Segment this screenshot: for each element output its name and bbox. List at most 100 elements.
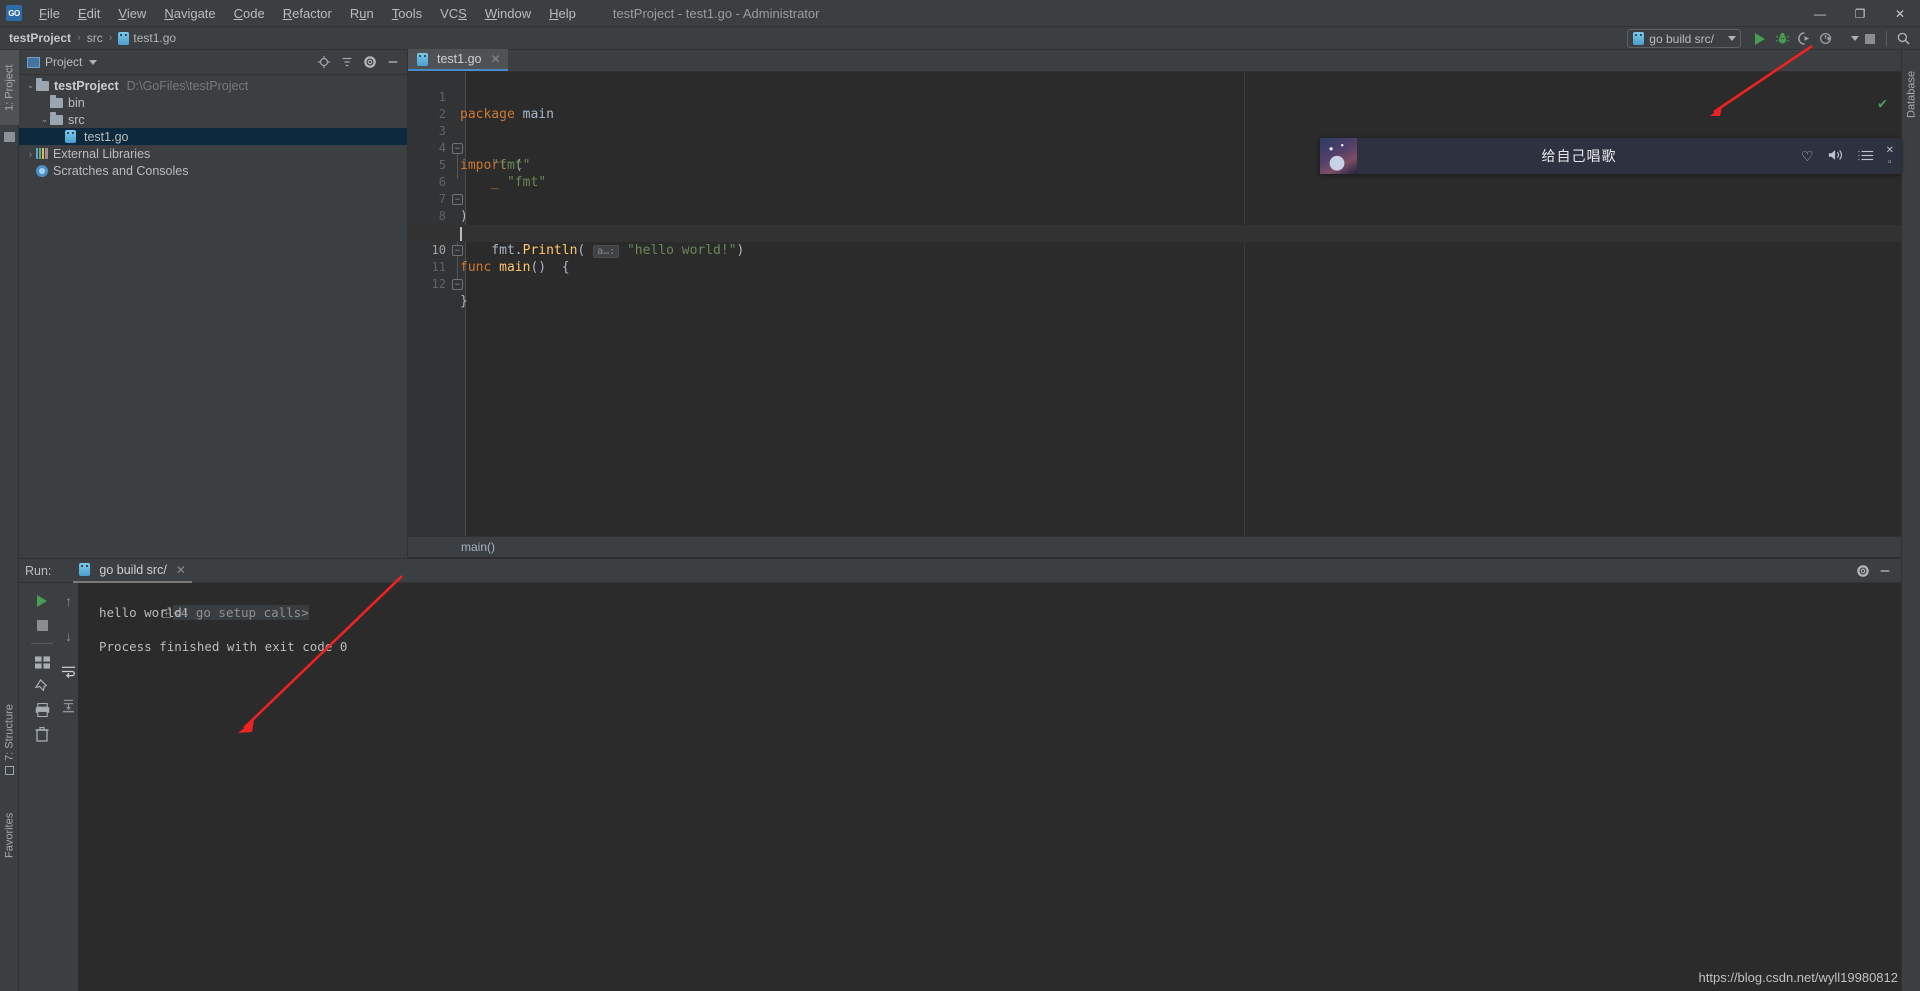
toolbar-divider	[31, 643, 53, 644]
settings-gear-icon[interactable]	[360, 52, 380, 72]
settings-gear-icon[interactable]	[1853, 561, 1873, 581]
sidebar-item-structure[interactable]: 7: Structure	[0, 690, 19, 790]
chevron-right-icon[interactable]: ›	[25, 149, 36, 159]
tree-label: Scratches and Consoles	[53, 164, 189, 178]
collapse-all-icon[interactable]	[337, 52, 357, 72]
chevron-down-icon[interactable]: ⌄	[39, 114, 50, 125]
menu-code[interactable]: Code	[225, 3, 274, 24]
favorites-tab-label: Favorites	[4, 812, 16, 857]
music-track-title: 给自己唱歌	[1357, 146, 1801, 166]
album-cover-image	[1320, 138, 1357, 174]
run-panel-header: Run: go build src/ ✕	[19, 559, 1901, 583]
menu-run[interactable]: Run	[341, 3, 383, 24]
code-line: 12	[408, 259, 1901, 276]
tree-item-scratches-and-consoles[interactable]: Scratches and Consoles	[19, 162, 407, 179]
menu-refactor[interactable]: Refactor	[274, 3, 341, 24]
down-stacktrace-button[interactable]: ↓	[57, 624, 81, 648]
music-controls: ♡	[1801, 148, 1882, 164]
project-panel-header: Project	[19, 50, 407, 75]
run-panel-body: ↑ ↓	[19, 583, 1901, 991]
hide-panel-icon[interactable]	[383, 52, 403, 72]
project-panel-title: Project	[45, 55, 82, 69]
pin-tab-button[interactable]	[30, 674, 54, 698]
close-icon[interactable]: ✕	[490, 52, 500, 66]
menu-view[interactable]: View	[109, 3, 155, 24]
go-file-icon	[65, 130, 76, 143]
menu-window[interactable]: Window	[476, 3, 540, 24]
menu-navigate[interactable]: Navigate	[155, 3, 224, 24]
editor-tab-test1-go[interactable]: test1.go ✕	[408, 49, 508, 71]
watermark-url: https://blog.csdn.net/wyll19980812	[1699, 970, 1898, 985]
stop-run-button[interactable]	[30, 613, 54, 637]
tree-item-testProject[interactable]: ⌄ testProject D:\GoFiles\testProject	[19, 77, 407, 94]
library-icon	[36, 148, 48, 159]
tree-item-external-libraries[interactable]: › External Libraries	[19, 145, 407, 162]
database-tab-label: Database	[1906, 71, 1918, 118]
tree-item-test1-go[interactable]: test1.go	[19, 128, 407, 145]
project-tab-label: 1: Project	[4, 64, 16, 110]
chevron-down-icon[interactable]	[89, 60, 97, 65]
inspection-status-icon[interactable]: ✔	[1878, 94, 1887, 112]
sidebar-item-favorites[interactable]: Favorites	[0, 795, 19, 875]
run-button[interactable]	[1749, 28, 1771, 50]
locate-icon[interactable]	[314, 52, 334, 72]
minimize-button[interactable]: —	[1800, 0, 1840, 27]
sidebar-item-database[interactable]: Database	[1902, 52, 1920, 137]
favorite-heart-icon[interactable]: ♡	[1801, 149, 1814, 163]
menu-tools[interactable]: Tools	[383, 3, 431, 24]
breadcrumb-item-file[interactable]: test1.go	[118, 31, 176, 45]
breadcrumb: testProject › src › test1.go	[9, 31, 176, 45]
chevron-down-icon[interactable]: ⌄	[25, 80, 36, 91]
sidebar-item-project[interactable]: 1: Project	[0, 50, 19, 125]
menu-vcs[interactable]: VCS	[431, 3, 476, 24]
line-number: 12	[408, 276, 446, 293]
run-configuration-selector[interactable]: go build src/	[1627, 29, 1741, 48]
toggle-tasks-button[interactable]	[30, 650, 54, 674]
run-configuration-label: go build src/	[1649, 32, 1714, 46]
stop-button[interactable]	[1859, 28, 1881, 50]
bug-icon	[1775, 31, 1790, 46]
coverage-icon	[1797, 31, 1812, 46]
close-icon[interactable]: ✕	[176, 563, 186, 577]
tree-item-bin[interactable]: bin	[19, 94, 407, 111]
run-side-toolbar-second: ↑ ↓	[59, 583, 78, 991]
restore-icon[interactable]: ▫	[1888, 158, 1892, 167]
menu-edit[interactable]: Edit	[69, 3, 109, 24]
hide-panel-icon[interactable]	[1875, 561, 1895, 581]
clear-all-button[interactable]	[30, 722, 54, 746]
profile-dropdown[interactable]	[1837, 28, 1859, 50]
maximize-button[interactable]: ❐	[1840, 0, 1880, 27]
code-line: 7	[408, 174, 1901, 191]
ide-window: GO File Edit View Navigate Code Refactor…	[0, 0, 1920, 991]
run-panel-tab[interactable]: go build src/ ✕	[73, 559, 191, 583]
breadcrumb-item-project[interactable]: testProject	[9, 31, 71, 45]
close-icon[interactable]: ✕	[1886, 146, 1894, 155]
playlist-icon[interactable]	[1858, 149, 1874, 164]
menu-help[interactable]: Help	[540, 3, 585, 24]
breadcrumb-separator: ›	[77, 32, 81, 44]
rerun-button[interactable]	[30, 589, 54, 613]
tree-path: D:\GoFiles\testProject	[127, 79, 249, 93]
tree-item-src[interactable]: ⌄ src	[19, 111, 407, 128]
menu-file[interactable]: File	[30, 3, 69, 24]
go-file-icon	[118, 32, 129, 45]
debug-button[interactable]	[1771, 28, 1793, 50]
project-tree: ⌄ testProject D:\GoFiles\testProject bin…	[19, 75, 407, 179]
breadcrumb-item-src[interactable]: src	[87, 31, 103, 45]
editor-breadcrumb-main[interactable]: main()	[461, 540, 495, 554]
print-button[interactable]	[30, 698, 54, 722]
close-button[interactable]: ✕	[1880, 0, 1920, 27]
search-everywhere-button[interactable]	[1892, 28, 1914, 50]
up-stacktrace-button[interactable]: ↑	[57, 589, 81, 613]
volume-icon[interactable]	[1828, 148, 1844, 164]
tree-label: src	[68, 113, 85, 127]
console-line-exit: Process finished with exit code 0	[87, 638, 1901, 655]
soft-wrap-button[interactable]	[57, 659, 81, 683]
music-player-widget[interactable]: 给自己唱歌 ♡	[1320, 138, 1901, 174]
breadcrumb-file-label: test1.go	[133, 31, 176, 45]
profile-button[interactable]	[1815, 28, 1837, 50]
run-with-coverage-button[interactable]	[1793, 28, 1815, 50]
scroll-to-end-button[interactable]	[57, 694, 81, 718]
run-console-output[interactable]: +<4 go setup calls> hello world! Process…	[78, 583, 1901, 991]
text-caret	[460, 227, 462, 241]
